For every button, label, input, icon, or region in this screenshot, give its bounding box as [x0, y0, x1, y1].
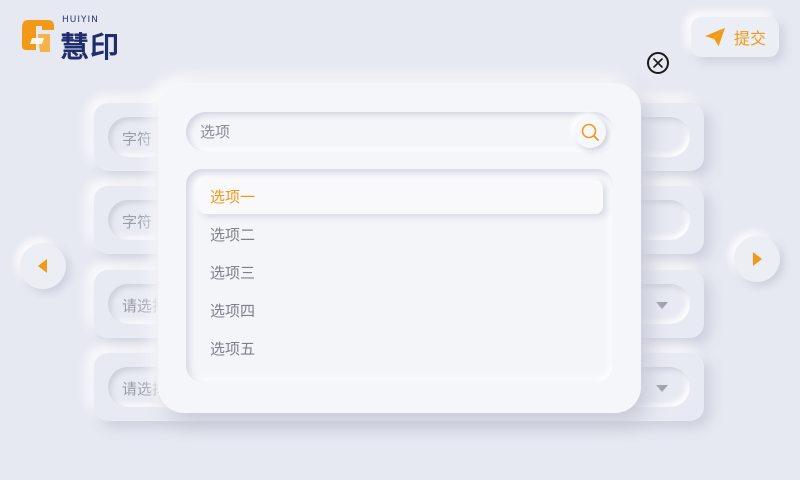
- option-item-3[interactable]: 选项三: [198, 256, 603, 290]
- caret-left-icon: [38, 259, 47, 273]
- search-button[interactable]: [574, 116, 606, 148]
- option-list: 选项一 选项二 选项三 选项四 选项五: [186, 169, 613, 382]
- next-button[interactable]: [734, 236, 780, 282]
- logo-text: 慧印: [60, 30, 121, 64]
- submit-button[interactable]: 提交: [691, 17, 779, 57]
- search-input[interactable]: [200, 121, 550, 143]
- close-icon: [653, 58, 663, 68]
- prev-button[interactable]: [20, 243, 66, 289]
- caret-right-icon: [753, 252, 762, 266]
- paper-plane-icon: [704, 27, 725, 47]
- option-item-5[interactable]: 选项五: [198, 332, 603, 366]
- field-placeholder: 字符: [122, 213, 153, 231]
- logo-mark-icon: [22, 20, 54, 52]
- submit-label: 提交: [733, 29, 766, 48]
- option-item-4[interactable]: 选项四: [198, 294, 603, 328]
- field-placeholder: 字符: [122, 130, 153, 148]
- chevron-down-icon: [656, 385, 668, 392]
- option-dropdown: 选项一 选项二 选项三 选项四 选项五: [158, 83, 641, 413]
- chevron-down-icon: [656, 302, 668, 309]
- close-button[interactable]: [647, 52, 669, 74]
- option-item-2[interactable]: 选项二: [198, 218, 603, 252]
- option-item-1[interactable]: 选项一: [198, 180, 603, 214]
- search-box: [186, 112, 614, 152]
- search-icon: [581, 123, 599, 141]
- app-logo: HUIYIN 慧印: [18, 14, 128, 64]
